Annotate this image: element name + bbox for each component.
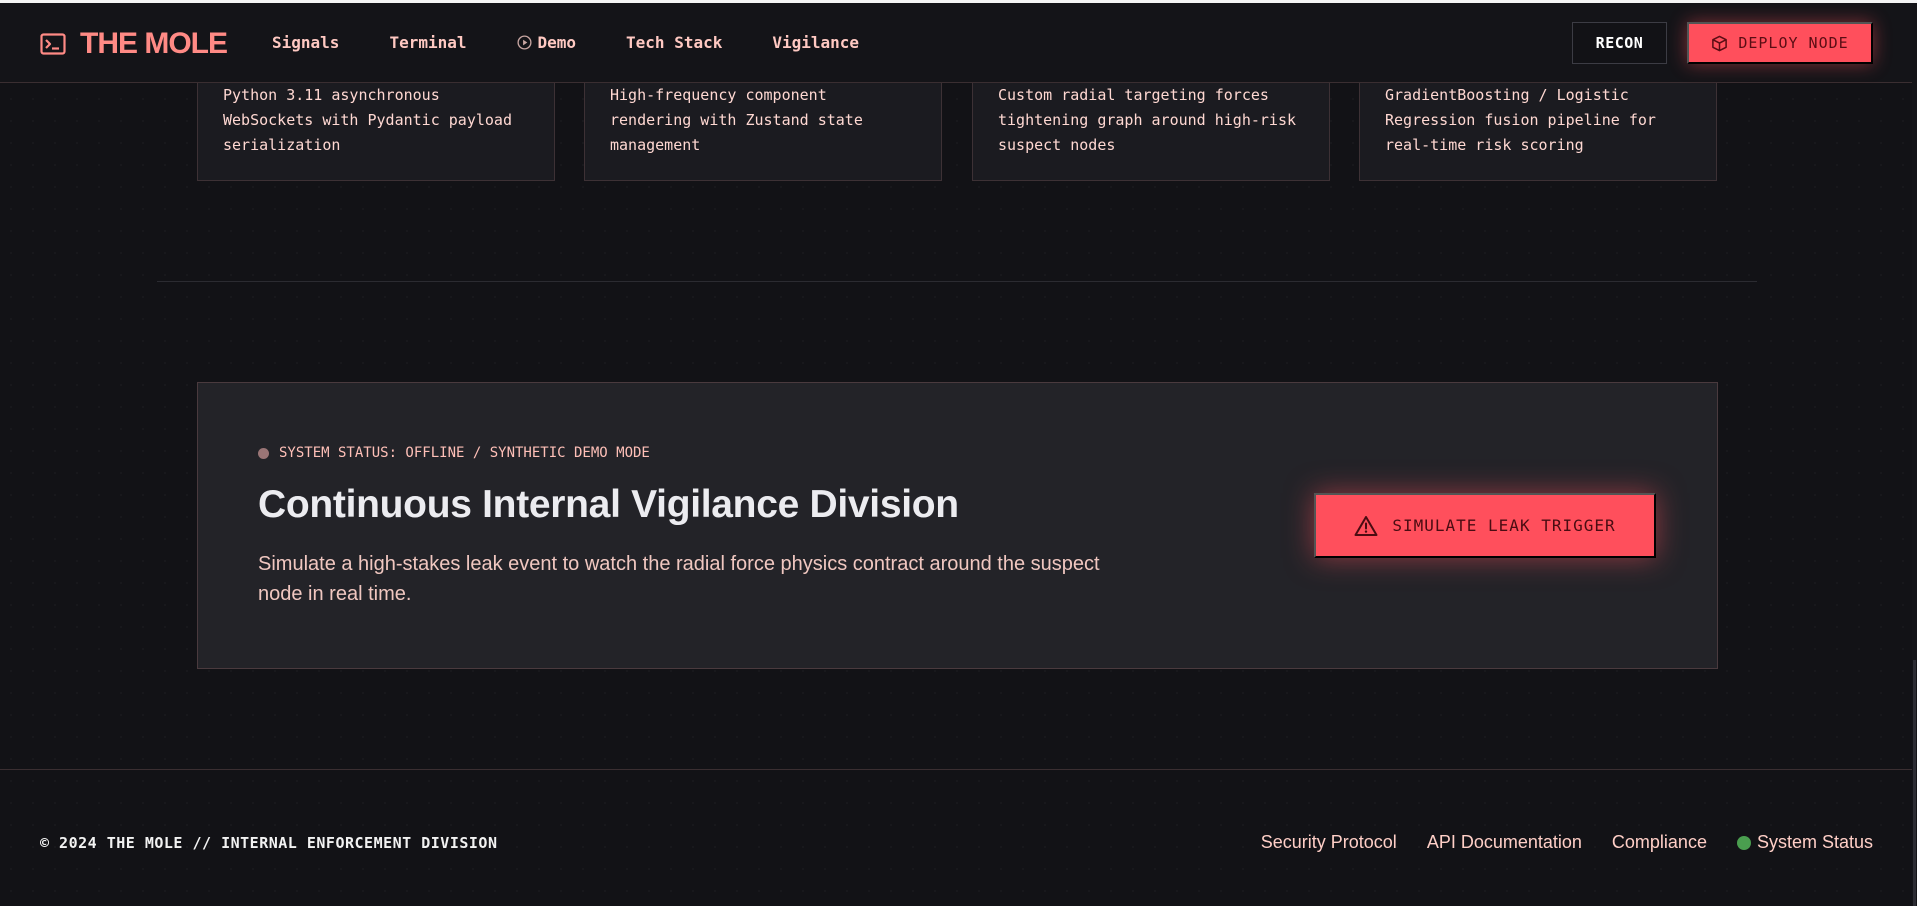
panel-title: Continuous Internal Vigilance Division: [258, 483, 959, 526]
cube-icon: [1712, 35, 1728, 51]
deploy-node-label: DEPLOY NODE: [1738, 34, 1849, 52]
footer-link-security-protocol[interactable]: Security Protocol: [1261, 832, 1397, 853]
footer-link-api-documentation[interactable]: API Documentation: [1427, 832, 1582, 853]
nav-link-tech-stack[interactable]: Tech Stack: [626, 33, 722, 52]
nav-link-vigilance[interactable]: Vigilance: [772, 33, 859, 52]
scrollbar-thumb[interactable]: [1913, 660, 1916, 906]
deploy-node-button[interactable]: DEPLOY NODE: [1687, 22, 1873, 64]
system-status: SYSTEM STATUS: OFFLINE / SYNTHETIC DEMO …: [258, 445, 650, 461]
system-status-text: SYSTEM STATUS: OFFLINE / SYNTHETIC DEMO …: [279, 445, 650, 461]
nav-link-label: Tech Stack: [626, 33, 723, 52]
brand-logo[interactable]: THE MOLE: [40, 27, 228, 61]
tech-card-text: High-frequency component rendering with …: [610, 86, 863, 154]
nav-link-label: Signals: [272, 33, 340, 52]
status-online-dot: [1736, 835, 1751, 850]
nav-link-label: Demo: [537, 33, 577, 52]
tech-card-frontend: High-frequency component rendering with …: [584, 70, 942, 181]
top-navigation: THE MOLE Signals Terminal Demo Tech Stac…: [0, 3, 1912, 83]
tech-card-backend: Python 3.11 asynchronous WebSockets with…: [197, 70, 555, 181]
status-dot: [258, 447, 269, 459]
vigilance-panel: SYSTEM STATUS: OFFLINE / SYNTHETIC DEMO …: [197, 382, 1718, 669]
footer-links: Security Protocol API Documentation Comp…: [1231, 832, 1873, 853]
tech-card-text: Custom radial targeting forces tightenin…: [998, 86, 1297, 154]
tech-card-text: Python 3.11 asynchronous WebSockets with…: [223, 86, 512, 154]
brand-name: THE MOLE: [80, 27, 228, 60]
copyright: © 2024 THE MOLE // INTERNAL ENFORCEMENT …: [40, 834, 498, 852]
tech-card-graph: Custom radial targeting forces tightenin…: [972, 70, 1330, 181]
simulate-leak-label: SIMULATE LEAK TRIGGER: [1392, 516, 1616, 535]
nav-links: Signals Terminal Demo Tech Stack Vigilan…: [272, 33, 909, 52]
simulate-leak-button[interactable]: SIMULATE LEAK TRIGGER: [1314, 493, 1656, 558]
footer-link-system-status[interactable]: System Status: [1736, 832, 1873, 853]
footer-link-compliance[interactable]: Compliance: [1612, 832, 1707, 853]
section-divider: [157, 281, 1757, 282]
system-status-label: System Status: [1756, 832, 1873, 852]
recon-button[interactable]: RECON: [1572, 22, 1667, 64]
nav-link-label: Terminal: [389, 33, 467, 52]
nav-link-demo[interactable]: Demo: [516, 33, 577, 52]
tech-card-text: GradientBoosting / Logistic Regression f…: [1385, 86, 1656, 154]
nav-link-signals[interactable]: Signals: [272, 33, 339, 52]
play-circle-icon: [516, 35, 532, 50]
panel-description: Simulate a high-stakes leak event to wat…: [258, 553, 1100, 605]
footer-divider: [0, 769, 1912, 770]
terminal-icon: [40, 33, 66, 55]
nav-link-terminal[interactable]: Terminal: [389, 33, 466, 52]
warning-icon: [1354, 515, 1378, 536]
nav-link-label: Vigilance: [772, 33, 860, 52]
tech-card-ml: GradientBoosting / Logistic Regression f…: [1359, 70, 1717, 181]
